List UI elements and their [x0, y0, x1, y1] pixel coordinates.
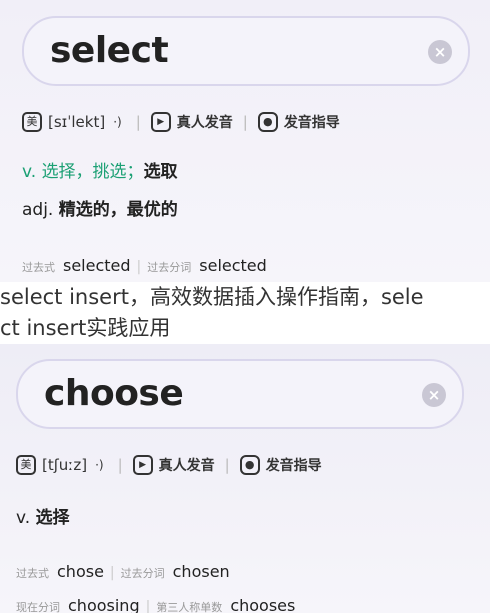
play-icon[interactable]: ▶ — [132, 455, 153, 475]
divider: | — [135, 113, 141, 131]
divider: | — [224, 456, 230, 474]
part-of-speech: v. — [16, 508, 31, 528]
us-pronunciation-badge: 美 — [16, 455, 36, 475]
search-input[interactable]: choose — [44, 373, 184, 414]
form-label: 过去分词 — [120, 567, 165, 580]
speaker-icon[interactable]: ·) — [113, 115, 122, 129]
form-value[interactable]: chooses — [230, 596, 295, 613]
caption-line: ct insert实践应用 — [0, 316, 171, 340]
us-pronunciation-badge: 美 — [22, 112, 42, 132]
definitions: v. 选择 — [16, 504, 70, 542]
word-forms: 过去式 selected | 过去分词 selected — [22, 256, 267, 275]
caption-banner: select insert，高效数据插入操作指南，sele ct insert实… — [0, 282, 490, 344]
phonetic: [tʃuːz] — [42, 456, 88, 474]
phonetic: [sɪˈlekt] — [48, 113, 106, 131]
definition-item: adj. 精选的，最优的 — [22, 196, 178, 234]
meaning-highlight: 选择，挑选； — [41, 162, 144, 182]
clear-icon[interactable]: × — [422, 383, 446, 407]
form-label: 第三人称单数 — [156, 601, 223, 613]
divider: | — [109, 565, 115, 581]
form-value[interactable]: choosing — [68, 596, 140, 613]
definition-item: v. 选择，挑选；选取 — [22, 158, 178, 196]
search-box[interactable]: choose × — [16, 359, 464, 429]
form-label: 过去式 — [22, 261, 55, 274]
pronunciation-guide-button[interactable]: 发音指导 — [284, 112, 340, 132]
dictionary-card-choose: choose × 美 [tʃuːz] ·) | ▶ 真人发音 | ● 发音指导 … — [0, 344, 490, 613]
speaker-icon[interactable]: ·) — [95, 458, 104, 472]
dictionary-card-select: select × 美 [sɪˈlekt] ·) | ▶ 真人发音 | ● 发音指… — [0, 0, 490, 282]
play-icon[interactable]: ▶ — [150, 112, 171, 132]
divider: | — [145, 599, 151, 613]
definition-item: v. 选择 — [16, 504, 70, 542]
search-input[interactable]: select — [50, 30, 169, 71]
word-forms: 现在分词 choosing | 第三人称单数 chooses — [16, 596, 295, 613]
clear-icon[interactable]: × — [428, 40, 452, 64]
microphone-icon[interactable]: ● — [257, 112, 278, 132]
meaning: 精选的，最优的 — [58, 200, 178, 220]
form-label: 现在分词 — [16, 601, 60, 613]
divider: | — [117, 456, 123, 474]
word-forms: 过去式 chose | 过去分词 chosen — [16, 562, 230, 581]
search-box[interactable]: select × — [22, 16, 470, 86]
pronunciation-row: 美 [tʃuːz] ·) | ▶ 真人发音 | ● 发音指导 — [16, 452, 322, 478]
real-voice-button[interactable]: 真人发音 — [159, 455, 215, 475]
form-value[interactable]: chose — [57, 562, 104, 581]
divider: | — [242, 113, 248, 131]
microphone-icon[interactable]: ● — [239, 455, 260, 475]
divider: | — [136, 259, 142, 275]
real-voice-button[interactable]: 真人发音 — [177, 112, 233, 132]
part-of-speech: adj. — [22, 200, 54, 220]
form-value[interactable]: selected — [199, 256, 267, 275]
form-label: 过去式 — [16, 567, 49, 580]
form-label: 过去分词 — [147, 261, 192, 274]
part-of-speech: v. — [22, 162, 37, 182]
form-value[interactable]: selected — [63, 256, 131, 275]
form-value[interactable]: chosen — [173, 562, 230, 581]
pronunciation-guide-button[interactable]: 发音指导 — [266, 455, 322, 475]
meaning: 选取 — [143, 162, 178, 182]
definitions: v. 选择，挑选；选取 adj. 精选的，最优的 — [22, 158, 178, 234]
meaning: 选择 — [35, 508, 70, 528]
caption-line: select insert，高效数据插入操作指南，sele — [0, 285, 424, 309]
pronunciation-row: 美 [sɪˈlekt] ·) | ▶ 真人发音 | ● 发音指导 — [22, 109, 340, 135]
